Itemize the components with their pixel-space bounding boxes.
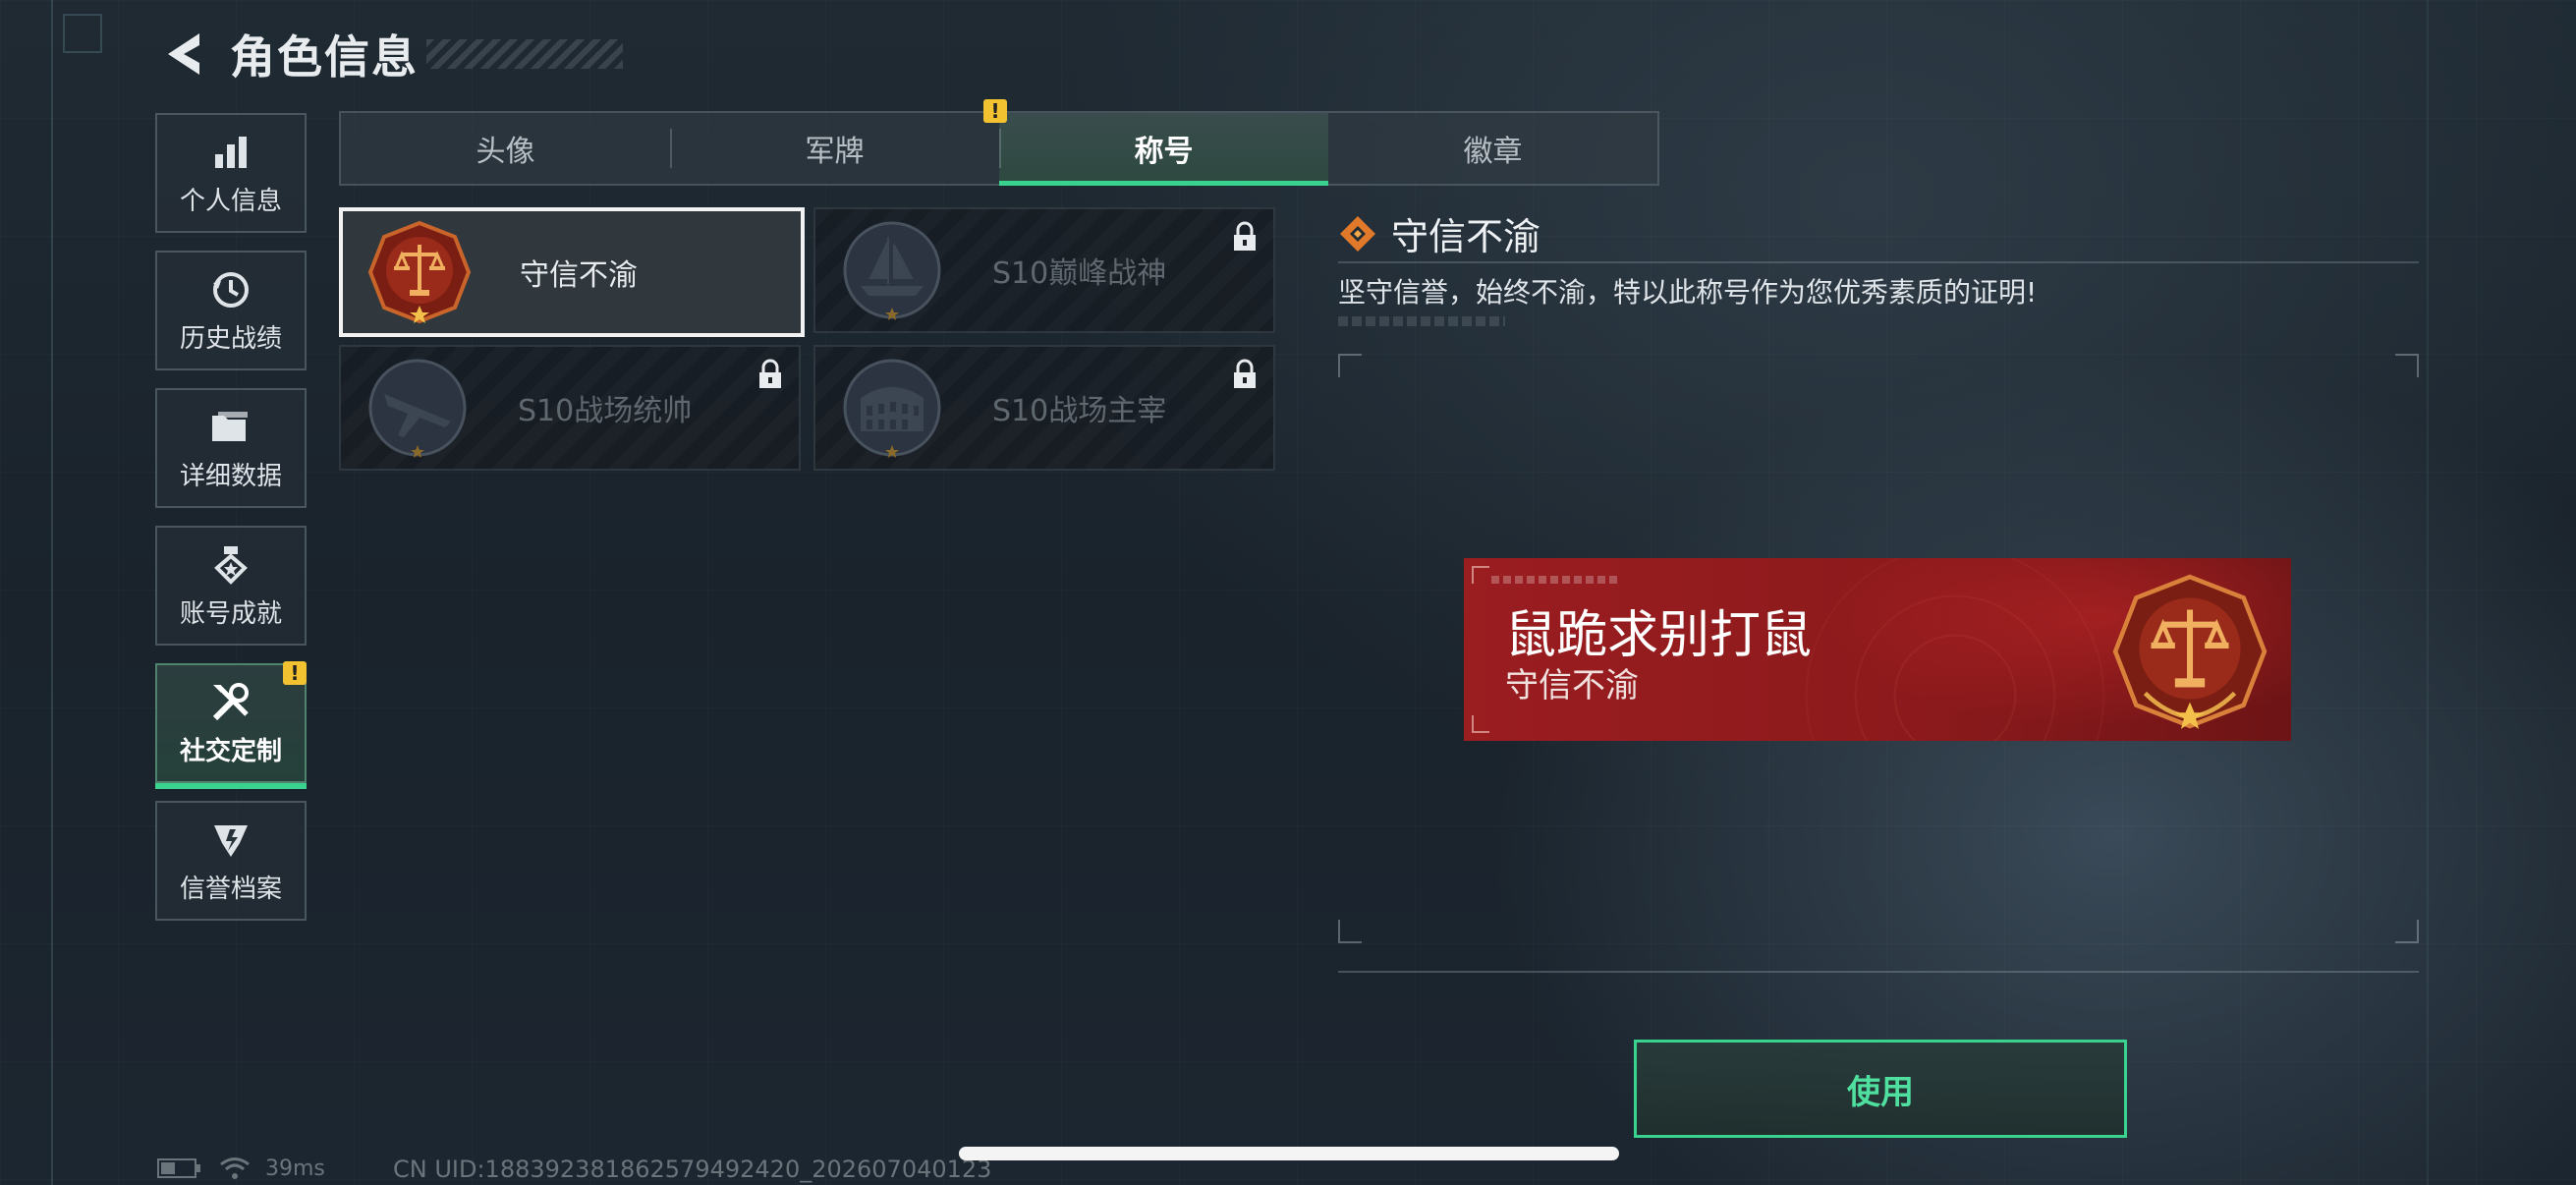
tab-label: 徽章 <box>1463 135 1523 169</box>
back-arrow-icon <box>168 33 199 75</box>
colosseum-emblem-icon <box>833 349 951 467</box>
scales-emblem-icon <box>2106 568 2273 735</box>
tab-avatar[interactable]: 头像 <box>341 113 670 184</box>
wifi-icon <box>220 1157 250 1179</box>
frame-corner <box>1338 920 1362 943</box>
scales-emblem-icon <box>361 213 478 331</box>
status-bar: 39ms <box>157 1156 325 1181</box>
decor-line <box>2427 0 2429 1185</box>
divider <box>1338 261 2419 263</box>
nav-label: 历史战绩 <box>179 323 282 354</box>
detail-header: 守信不渝 <box>1338 206 1540 260</box>
tab-dog-tag[interactable]: 军牌 <box>670 113 999 184</box>
decor-square <box>63 14 102 53</box>
nav-label: 详细数据 <box>179 461 282 491</box>
uid-text: CN UID:1883923818625794924​20_2026070401… <box>393 1156 992 1183</box>
back-button[interactable] <box>157 28 208 80</box>
nav-item-history[interactable]: 历史战绩 <box>155 251 307 370</box>
nav-label: 社交定制 <box>179 736 282 766</box>
title-card-label: S10战场主宰 <box>992 394 1167 428</box>
nav-item-personal-info[interactable]: 个人信息 <box>155 113 307 233</box>
page-title: 角色信息 <box>230 30 419 84</box>
battery-icon <box>157 1158 200 1178</box>
detail-description: 坚守信誉，始终不渝，特以此称号作为您优秀素质的证明! <box>1338 276 2038 309</box>
achievement-icon <box>208 542 253 588</box>
side-nav: 个人信息 历史战绩 详细数据 账号成就 ! 社交定制 信誉档案 <box>155 113 307 938</box>
banner-corner <box>1472 566 1489 584</box>
folder-icon <box>208 405 253 450</box>
tab-label: 军牌 <box>805 135 865 169</box>
nav-label: 信誉档案 <box>179 874 282 904</box>
title-card-label: S10战场统帅 <box>518 394 693 428</box>
use-button[interactable]: 使用 <box>1634 1040 2127 1138</box>
tab-label: 称号 <box>1134 135 1194 169</box>
ping-text: 39ms <box>265 1156 325 1181</box>
title-decoration <box>426 39 623 69</box>
title-card-locked[interactable]: S10巅峰战神 <box>813 207 1275 333</box>
banner-corner <box>1472 715 1489 733</box>
title-card-locked[interactable]: S10战场统帅 <box>339 345 801 471</box>
title-card-label: 守信不渝 <box>520 258 638 293</box>
nav-item-credit-record[interactable]: 信誉档案 <box>155 801 307 921</box>
frame-corner <box>1338 354 1362 377</box>
credit-shield-icon <box>208 818 253 863</box>
bar-chart-icon <box>208 130 253 175</box>
tab-label: 头像 <box>476 135 535 169</box>
tools-icon <box>208 680 253 725</box>
divider <box>1338 971 2419 973</box>
lock-icon <box>1232 359 1258 390</box>
tab-bar: 头像 军牌 ! 称号 徽章 <box>339 99 1659 186</box>
banner-title-text: 守信不渝 <box>1505 666 1639 705</box>
history-clock-icon <box>208 267 253 312</box>
home-indicator[interactable] <box>959 1147 1619 1160</box>
nav-item-social-customization[interactable]: ! 社交定制 <box>155 661 307 789</box>
title-card-selected[interactable]: 守信不渝 <box>339 207 805 337</box>
nav-label: 个人信息 <box>179 186 282 216</box>
title-card-label: S10巅峰战神 <box>992 256 1167 291</box>
ship-emblem-icon <box>833 211 951 329</box>
alert-badge: ! <box>983 99 1007 123</box>
tab-title[interactable]: ! 称号 <box>983 99 1328 186</box>
title-card-locked[interactable]: S10战场主宰 <box>813 345 1275 471</box>
tab-badge[interactable]: 徽章 <box>1328 113 1657 184</box>
detail-title: 守信不渝 <box>1391 215 1541 258</box>
nav-label: 账号成就 <box>179 598 282 629</box>
banner-tiny-text <box>1491 576 1619 584</box>
lock-icon <box>757 359 783 390</box>
nav-item-achievements[interactable]: 账号成就 <box>155 526 307 646</box>
alert-badge: ! <box>283 661 307 685</box>
faint-decoration <box>1338 316 1505 326</box>
frame-corner <box>2395 920 2419 943</box>
nav-item-detailed-data[interactable]: 详细数据 <box>155 388 307 508</box>
title-banner-preview: 鼠跪求别打鼠 守信不渝 <box>1464 558 2291 741</box>
lock-icon <box>1232 221 1258 253</box>
diamond-icon <box>1340 215 1375 252</box>
header: 角色信息 <box>157 20 623 88</box>
plane-emblem-icon <box>359 349 476 467</box>
decor-line <box>51 0 53 1185</box>
banner-player-name: 鼠跪求别打鼠 <box>1505 606 1813 665</box>
frame-corner <box>2395 354 2419 377</box>
